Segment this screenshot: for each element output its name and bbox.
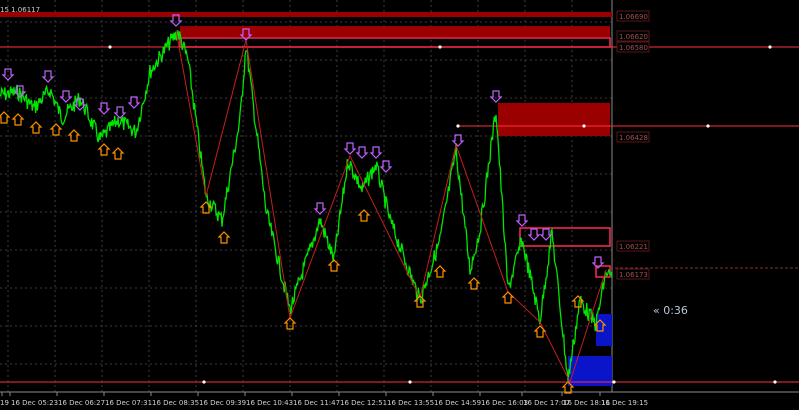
time-axis-label: 16 Dec 09:39 [199,399,246,406]
arrow-up-icon [11,113,25,126]
arrow-down-icon [343,142,357,155]
supply-zone-top [0,12,612,17]
arrow-up-icon [501,291,515,304]
zigzag-indicator [175,29,607,384]
price-tag-label: 1.06221 [619,243,648,251]
arrow-up-icon [67,129,81,142]
arrow-down-icon [451,134,465,147]
level-dot [582,124,586,128]
time-axis-label: 19 [0,399,9,406]
demand-zone-upper [596,314,612,346]
time-axis: 19 16 Dec 05:23 16 Dec 06:27 16 Dec 07:31 16… [0,392,648,407]
time-axis-label: 16 Dec 06:27 [58,399,105,406]
arrow-down-icon [379,160,393,173]
arrow-up-icon [433,265,447,278]
arrow-down-icon [369,146,383,159]
bar-countdown-timer: « 0:36 [653,304,688,317]
arrow-up-icon [533,325,547,338]
time-axis-label: 16 Dec 07:31 [105,399,152,406]
arrow-down-icon [41,70,55,83]
time-axis-label: 16 Dec 13:55 [387,399,434,406]
time-axis-label: 16 Dec 14:59 [434,399,481,406]
zones [0,12,612,386]
price-tag-label: 1.06580 [619,44,648,52]
arrow-down-icon [127,96,141,109]
level-dot [456,124,460,128]
level-dot [768,45,772,49]
arrow-down-icon [489,90,503,103]
arrow-up-icon [111,147,125,160]
time-axis-label: 16 Dec 05:23 [11,399,58,406]
level-dot [773,380,777,384]
forex-chart[interactable]: 1.06690 1.06620 1.06580 1.06428 1.06221 1.061… [0,0,799,407]
price-line-series [0,30,613,382]
price-axis: 1.06690 1.06620 1.06580 1.06428 1.06221 1.061… [616,10,650,280]
arrow-down-icon [515,214,529,227]
arrow-down-icon [355,146,369,159]
arrow-up-icon [217,231,231,244]
arrow-down-icon [97,102,111,115]
time-axis-label: 16 Dec 16:03 [481,399,528,406]
level-dot [202,380,206,384]
time-axis-label: 16 Dec 19:15 [601,399,648,406]
arrow-up-icon [283,317,297,330]
arrow-up-icon [49,123,63,136]
price-tag-label: 1.06173 [619,271,648,279]
level-dot [438,45,442,49]
fractal-arrows [0,14,607,394]
arrow-up-icon [467,277,481,290]
price-tag-label: 1.06690 [619,13,648,21]
arrow-up-icon [97,143,111,156]
arrow-down-icon [59,90,73,103]
chart-canvas[interactable]: 1.06690 1.06620 1.06580 1.06428 1.06221 1.061… [0,0,799,407]
time-axis-label: 16 Dec 10:43 [246,399,293,406]
level-dot [408,380,412,384]
arrow-down-icon [113,106,127,119]
symbol-price-header: 15 1.06117 [0,6,41,14]
time-axis-label: 16 Dec 11:47 [293,399,340,406]
level-dot [612,380,616,384]
arrow-down-icon [527,228,541,241]
level-dot [706,124,710,128]
time-axis-label: 16 Dec 08:35 [152,399,199,406]
price-tag-label: 1.06620 [619,33,648,41]
supply-zone-upper [180,26,610,37]
arrow-down-icon [539,228,553,241]
grid-lines [0,0,612,392]
supply-zone-low [519,227,611,247]
level-lines [0,45,799,384]
price-tag-label: 1.06428 [619,134,648,142]
time-axis-label: 16 Dec 12:51 [340,399,387,406]
level-dot [108,45,112,49]
supply-zone-mid [498,103,610,136]
arrow-up-icon [29,121,43,134]
